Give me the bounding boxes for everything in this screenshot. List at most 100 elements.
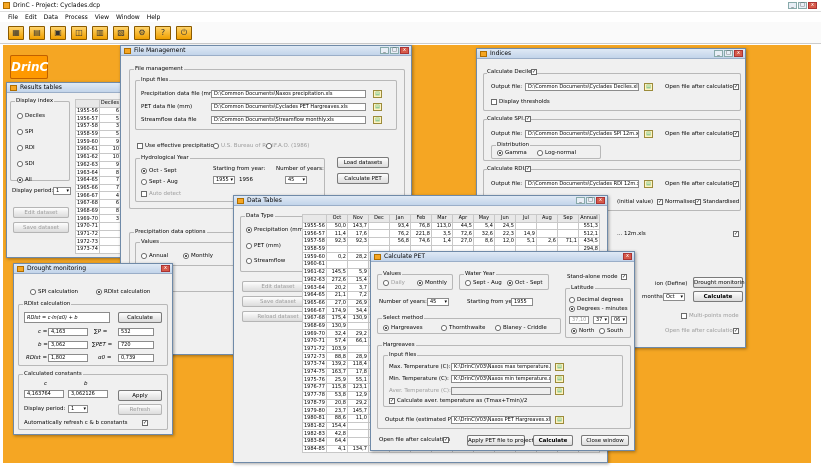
- value-cell[interactable]: 3,7: [346, 283, 369, 292]
- value-cell[interactable]: 88,6: [325, 413, 348, 423]
- value-cell[interactable]: 15,4: [346, 275, 369, 285]
- table-row[interactable]: 1968-69 8: [75, 206, 122, 216]
- decimal-deg-radio[interactable]: [569, 297, 575, 303]
- table-row[interactable]: 1961-62 10: [75, 152, 122, 162]
- table-row[interactable]: 1957-58 3: [75, 122, 122, 131]
- value-cell[interactable]: 53,8: [325, 390, 348, 400]
- value-cell[interactable]: 3,5: [430, 229, 453, 239]
- dm-close-button[interactable]: x: [161, 265, 170, 272]
- monthly-radio[interactable]: [417, 280, 423, 286]
- c-input[interactable]: 4,163: [48, 328, 88, 336]
- deciles-output-input[interactable]: D:\Common Documents\Cyclades Deciles.xls: [525, 83, 639, 91]
- max-t-input[interactable]: K:\DrinC\V03\Naxos max temperature.xls: [451, 363, 551, 371]
- close-button[interactable]: x: [808, 2, 817, 9]
- open-after-checkbox[interactable]: ✓: [733, 84, 739, 90]
- value-cell[interactable]: 5,9: [346, 267, 369, 277]
- value-cell[interactable]: 34,4: [346, 306, 369, 315]
- value-cell[interactable]: 57,4: [325, 337, 348, 346]
- value-cell[interactable]: 4,1: [325, 444, 348, 454]
- folder-icon[interactable]: ▤: [373, 103, 382, 111]
- menu-help[interactable]: Help: [147, 13, 161, 22]
- value-cell[interactable]: 93,4: [388, 221, 411, 231]
- menu-view[interactable]: View: [95, 13, 109, 22]
- table-row[interactable]: 1973-74: [75, 245, 122, 254]
- num-years-select[interactable]: 45: [285, 176, 307, 184]
- value-cell[interactable]: 76,8: [409, 221, 432, 231]
- value-cell[interactable]: [346, 260, 369, 269]
- value-cell[interactable]: 32,6: [472, 229, 495, 239]
- value-cell[interactable]: 28,9: [346, 352, 369, 362]
- radio-all[interactable]: [17, 177, 23, 183]
- ix-maximize-button[interactable]: □: [724, 50, 733, 57]
- streamflow-file-input[interactable]: D:\Common Documents\Streamflow monthly.x…: [211, 116, 366, 124]
- table-row[interactable]: 1960-61 10: [75, 145, 122, 154]
- value-cell[interactable]: 71,1: [556, 237, 579, 246]
- table-row[interactable]: 1955-56 6: [75, 106, 122, 116]
- refresh-button[interactable]: Refresh: [118, 404, 162, 415]
- open-after-checkbox[interactable]: ✓: [733, 181, 739, 187]
- value-cell[interactable]: 25,9: [325, 375, 348, 385]
- value-cell[interactable]: 17,8: [346, 367, 369, 377]
- monthly-radio[interactable]: [183, 253, 189, 259]
- rdi-calc-radio[interactable]: [96, 289, 102, 295]
- hargreaves-radio[interactable]: [383, 325, 389, 331]
- radio-sdi[interactable]: [17, 161, 23, 167]
- value-cell[interactable]: 5,1: [514, 237, 537, 246]
- fm-close-button[interactable]: x: [400, 47, 409, 54]
- help-icon[interactable]: ?: [155, 26, 171, 40]
- menu-file[interactable]: File: [8, 13, 18, 22]
- value-cell[interactable]: 64,4: [325, 436, 348, 446]
- fm-minimize-button[interactable]: _: [380, 47, 389, 54]
- value-cell[interactable]: [535, 229, 558, 239]
- value-cell[interactable]: 512,1: [577, 229, 600, 239]
- value-cell[interactable]: 7,2: [346, 290, 369, 300]
- value-cell[interactable]: 72,6: [451, 229, 474, 239]
- value-cell[interactable]: 11,4: [325, 229, 348, 239]
- open-after-checkbox[interactable]: ✓: [733, 231, 739, 237]
- start-year-input[interactable]: 1955: [511, 298, 533, 306]
- normalised-checkbox[interactable]: ✓: [657, 199, 663, 205]
- value-cell[interactable]: 5,4: [472, 221, 495, 231]
- table-row[interactable]: 1964-65 7: [75, 175, 122, 185]
- value-cell[interactable]: 103,9: [325, 344, 348, 354]
- gamma-radio[interactable]: [497, 150, 503, 156]
- apply-button[interactable]: Apply: [118, 390, 162, 401]
- drought-calculate-button[interactable]: Calculate: [118, 312, 162, 323]
- folder-icon[interactable]: ▤: [555, 387, 564, 395]
- value-cell[interactable]: 139,2: [325, 360, 348, 369]
- value-cell[interactable]: 44,5: [451, 221, 474, 231]
- value-cell[interactable]: 20,8: [325, 398, 348, 408]
- pet-output-input[interactable]: K:\DrinC\V03\Naxos PET Hargreaves.xls: [451, 416, 551, 424]
- streamflow-radio[interactable]: [246, 258, 252, 264]
- value-cell[interactable]: 27,0: [325, 298, 348, 308]
- lat-min-select[interactable]: 06: [611, 316, 627, 324]
- value-cell[interactable]: 22,3: [493, 229, 516, 239]
- usbr-radio[interactable]: [213, 143, 219, 149]
- dt-close-button[interactable]: x: [596, 197, 605, 204]
- calc-aver-checkbox[interactable]: ✓: [389, 398, 395, 404]
- menu-window[interactable]: Window: [116, 13, 140, 22]
- radio-rdi[interactable]: [17, 145, 23, 151]
- exit-icon[interactable]: ⏻: [176, 26, 192, 40]
- drought-monitoring-button[interactable]: Drought monitoring: [693, 277, 745, 288]
- value-cell[interactable]: 130,9: [325, 321, 348, 331]
- value-cell[interactable]: [514, 221, 537, 231]
- min-t-input[interactable]: K:\DrinC\V03\Naxos min temperature.xls: [451, 375, 551, 383]
- value-cell[interactable]: 21,1: [325, 290, 348, 300]
- folder-icon[interactable]: ▤: [555, 416, 564, 424]
- value-cell[interactable]: [367, 237, 390, 246]
- spi-icon[interactable]: ▥: [92, 26, 108, 40]
- value-cell[interactable]: 115,8: [325, 383, 348, 392]
- value-cell[interactable]: 29,2: [346, 398, 369, 408]
- folder-icon[interactable]: ▤: [373, 90, 382, 98]
- pet-radio[interactable]: [246, 243, 252, 249]
- pet-file-input[interactable]: D:\Common Documents\Cyclades PET Hargrea…: [211, 103, 366, 111]
- standardised-checkbox[interactable]: ✓: [695, 199, 701, 205]
- folder-icon[interactable]: ▤: [644, 130, 653, 138]
- open-icon[interactable]: ▤: [29, 26, 45, 40]
- value-cell[interactable]: 145,7: [346, 406, 369, 415]
- sum-p-input[interactable]: 532: [118, 328, 154, 336]
- value-cell[interactable]: 12,9: [346, 390, 369, 400]
- display-period-select[interactable]: 1: [53, 187, 71, 195]
- table-row[interactable]: 1957-58 92,3 92,3 56,8 74,6 1,4 27,0 8,6 12,0 5,1…: [302, 237, 600, 246]
